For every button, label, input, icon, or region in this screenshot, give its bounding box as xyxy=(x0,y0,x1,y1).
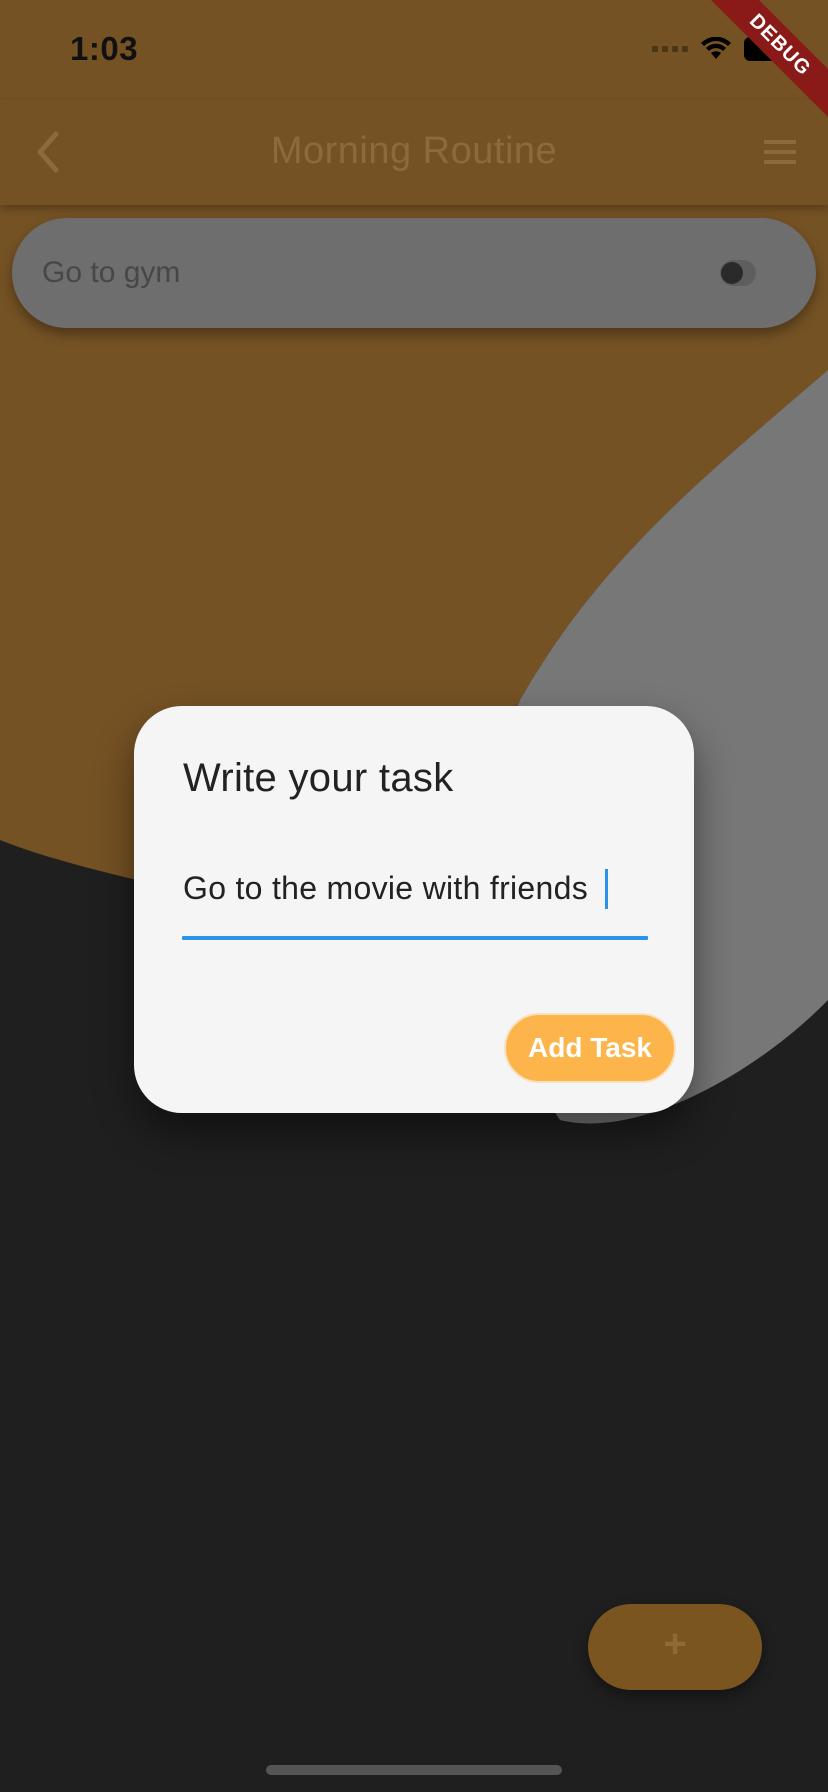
input-underline xyxy=(182,936,648,940)
plus-icon: + xyxy=(663,1622,687,1666)
add-task-button[interactable]: Add Task xyxy=(504,1013,676,1083)
battery-icon xyxy=(744,37,792,61)
menu-icon[interactable] xyxy=(762,136,798,168)
cellular-signal-icon xyxy=(652,46,688,52)
dialog-title: Write your task xyxy=(183,756,454,800)
toggle-icon[interactable] xyxy=(718,256,758,290)
page-title: Morning Routine xyxy=(270,130,558,172)
add-task-fab[interactable]: + xyxy=(588,1604,762,1690)
status-icons xyxy=(652,36,792,62)
task-label: Go to gym xyxy=(42,256,181,289)
status-bar: 1:03 xyxy=(0,0,828,100)
task-card[interactable]: Go to gym xyxy=(12,218,816,328)
wifi-icon xyxy=(701,37,731,59)
text-cursor xyxy=(605,869,608,909)
task-input[interactable] xyxy=(183,858,647,918)
home-indicator xyxy=(266,1765,562,1775)
status-time: 1:03 xyxy=(70,30,139,67)
app-bar: Morning Routine xyxy=(0,100,828,205)
add-task-dialog: Write your task Add Task xyxy=(134,706,694,1113)
